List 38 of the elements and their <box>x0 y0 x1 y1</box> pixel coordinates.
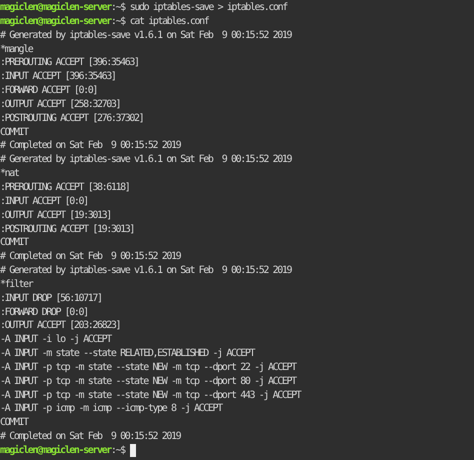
output-line: # Completed on Sat Feb 9 00:15:52 2019 <box>0 250 180 264</box>
output-line: COMMIT <box>0 236 28 250</box>
output-line: COMMIT <box>0 126 28 140</box>
output-line: :POSTROUTING ACCEPT [19:3013] <box>0 222 134 236</box>
output-line: :PREROUTING ACCEPT [396:35463] <box>0 56 139 70</box>
output-line: :POSTROUTING ACCEPT [276:37302] <box>0 112 144 126</box>
output-line: -A INPUT -p tcp -m state --state NEW -m tcp --dport 22 -j ACCEPT <box>0 360 296 375</box>
output-line: COMMIT <box>0 416 28 430</box>
output-line: -A INPUT -i lo -j ACCEPT <box>0 333 111 348</box>
output-line: # Generated by iptables-save v1.6.1 on Sat Feb 9 00:15:52 2019 <box>0 153 292 168</box>
output-line: -A INPUT -m state --state RELATED,ESTABLISHED -j ACCEPT <box>0 347 254 361</box>
output-line: *mangle <box>0 42 32 56</box>
output-line: :FORWARD ACCEPT [0:0] <box>0 84 98 98</box>
output-line: :INPUT DROP [56:10717] <box>0 292 102 306</box>
command-text: cat iptables.conf <box>130 14 208 29</box>
output-line: :FORWARD DROP [0:0] <box>0 306 88 320</box>
output-line: -A INPUT -p tcp -m state --state NEW -m tcp --dport 80 -j ACCEPT <box>0 374 296 389</box>
output-line: :OUTPUT ACCEPT [19:3013] <box>0 208 111 222</box>
output-line: # Completed on Sat Feb 9 00:15:52 2019 <box>0 139 180 154</box>
output-line: # Completed on Sat Feb 9 00:15:52 2019 <box>0 430 180 444</box>
output-line: :INPUT ACCEPT [0:0] <box>0 194 88 209</box>
prompt-user: magiclen@magiclen-server <box>0 444 111 458</box>
output-line: -A INPUT -p icmp -m icmp --icmp-type 8 -j ACCEPT <box>0 402 222 416</box>
prompt-user: magiclen@magiclen-server <box>0 1 111 15</box>
prompt-path: :~$ <box>110 445 125 458</box>
output-line: :OUTPUT ACCEPT [203:26823] <box>0 319 120 334</box>
output-line: :PREROUTING ACCEPT [38:6118] <box>0 180 130 195</box>
output-line: :INPUT ACCEPT [396:35463] <box>0 70 116 84</box>
output-line: :OUTPUT ACCEPT [258:32703] <box>0 98 120 112</box>
prompt-path: :~$ <box>110 2 125 15</box>
output-line: -A INPUT -p tcp -m state --state NEW -m tcp --dport 443 -j ACCEPT <box>0 388 300 402</box>
command-text: sudo iptables-save > iptables.conf <box>130 1 287 15</box>
prompt-user: magiclen@magiclen-server <box>0 14 111 29</box>
output-line: # Generated by iptables-save v1.6.1 on Sat Feb 9 00:15:52 2019 <box>0 28 292 43</box>
prompt-path: :~$ <box>110 14 125 29</box>
output-line: *filter <box>0 278 32 292</box>
output-line: *nat <box>0 167 18 181</box>
output-line: # Generated by iptables-save v1.6.1 on Sat Feb 9 00:15:52 2019 <box>0 264 292 278</box>
